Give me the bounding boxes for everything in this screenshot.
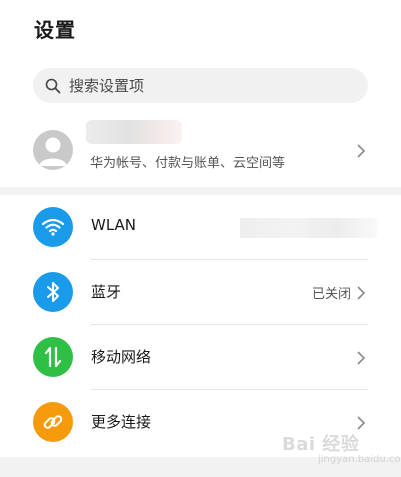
bluetooth-icon	[33, 272, 73, 312]
settings-item-label: WLAN	[91, 216, 137, 234]
wifi-icon	[33, 207, 73, 247]
search-bar[interactable]	[33, 68, 368, 103]
search-icon	[45, 78, 61, 93]
settings-item-label: 移动网络	[91, 348, 152, 366]
watermark-url: jingyan.baidu.com	[318, 454, 401, 465]
account-row[interactable]: 华为帐号、付款与账单、云空间等	[0, 118, 401, 184]
page-title: 设置	[34, 18, 76, 42]
account-name-redacted	[86, 120, 182, 144]
account-subtitle: 华为帐号、付款与账单、云空间等	[90, 156, 286, 171]
mobile-data-icon	[33, 337, 73, 377]
row-divider	[91, 324, 368, 325]
bluetooth-status: 已关闭	[311, 287, 351, 302]
chevron-right-icon	[357, 416, 366, 430]
row-divider	[91, 259, 368, 260]
row-divider	[91, 389, 368, 390]
link-icon	[33, 402, 73, 442]
user-avatar-icon	[39, 137, 67, 166]
settings-item-label: 更多连接	[91, 413, 152, 431]
settings-item-mobile-network[interactable]: 移动网络	[0, 326, 401, 390]
settings-item-wlan[interactable]: WLAN	[0, 196, 401, 260]
settings-item-bluetooth[interactable]: 蓝牙 已关闭	[0, 261, 401, 325]
chevron-right-icon	[357, 351, 366, 365]
wlan-network-redacted	[240, 218, 378, 238]
watermark: Bai 经验	[282, 434, 360, 455]
avatar	[33, 130, 73, 170]
section-divider	[0, 187, 401, 195]
chevron-right-icon	[357, 144, 366, 158]
settings-item-label: 蓝牙	[91, 283, 122, 301]
search-input[interactable]	[69, 76, 329, 95]
chevron-right-icon	[357, 286, 366, 300]
